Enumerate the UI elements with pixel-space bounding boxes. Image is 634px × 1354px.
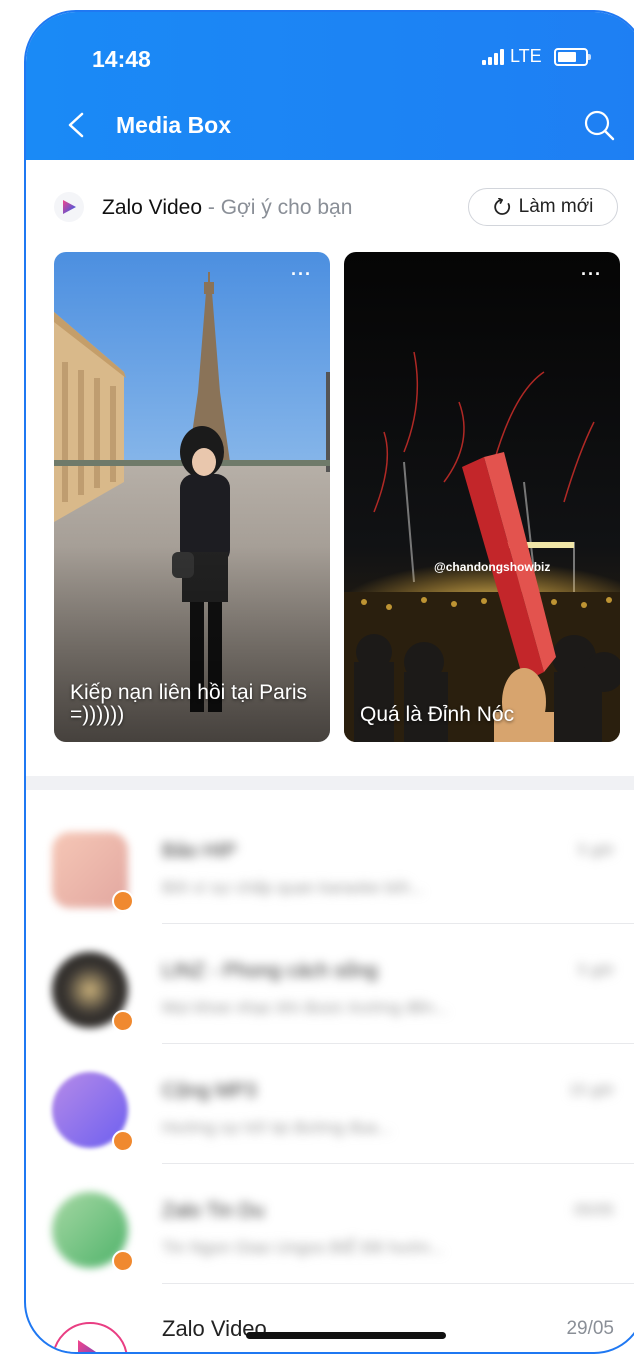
card-more-icon[interactable]: ··· — [581, 264, 602, 285]
conversation-row[interactable]: Bảo HIP Bởi vì sự chấp quan karaoke bởi.… — [26, 804, 634, 924]
status-time: 14:48 — [92, 46, 151, 72]
conversation-preview: Tin Ngon Giao Ungos BIỂ Đề hướn... — [162, 1238, 444, 1257]
phone-frame: 14:48 LTE Media Box Zalo Video - Gợi ý c… — [24, 10, 634, 1354]
zalo-video-brand: Zalo Video — [102, 196, 203, 219]
back-chevron-icon[interactable] — [64, 110, 90, 140]
conversation-preview: Hướng sự trở lại đường đua... — [162, 1118, 392, 1137]
video-card[interactable]: @chandongshowbiz ··· Quá là Đỉnh Nóc — [344, 252, 620, 742]
row-separator — [162, 1283, 634, 1284]
video-caption: Quá là Đỉnh Nóc — [360, 703, 515, 726]
official-badge-icon — [112, 1010, 134, 1032]
section-divider — [26, 776, 634, 790]
conversation-name: Cộng MP3 — [162, 1080, 257, 1102]
conversation-time: 05/05 — [573, 1202, 614, 1219]
conversation-name: LINZ - Phong cách sống — [162, 960, 378, 982]
conversation-row[interactable]: Cộng MP3 Hướng sự trở lại đường đua... 1… — [26, 1044, 634, 1164]
conversation-time: 5 giờ — [577, 842, 614, 859]
signal-icon — [482, 48, 504, 65]
official-badge-icon — [112, 890, 134, 912]
zalo-video-logo-icon — [78, 1340, 96, 1352]
video-caption: Kiếp nạn liên hồi tại Paris =)))))) — [70, 681, 307, 726]
battery-icon — [553, 47, 591, 66]
conversation-preview: Mọi khoe nhạc khi được trường đến... — [162, 998, 449, 1017]
conversation-time: 15 giờ — [568, 1082, 614, 1099]
video-card[interactable]: ··· Kiếp nạn liên hồi tại Paris =)))))) — [54, 252, 330, 742]
refresh-label: Làm mới — [518, 196, 594, 217]
official-badge-icon — [112, 1250, 134, 1272]
status-indicators: LTE — [482, 46, 591, 67]
zalo-video-heading: Zalo Video - Gợi ý cho bạn — [102, 196, 352, 220]
conversation-row[interactable]: LINZ - Phong cách sống Mọi khoe nhạc khi… — [26, 924, 634, 1044]
refresh-icon — [493, 198, 510, 215]
conversation-row[interactable]: Zalo Tin Du Tin Ngon Giao Ungos BIỂ Đề h… — [26, 1164, 634, 1284]
network-type: LTE — [510, 46, 542, 66]
zalo-video-logo-icon — [54, 192, 84, 222]
page-title: Media Box — [116, 112, 232, 138]
home-indicator[interactable] — [246, 1332, 446, 1339]
conversation-preview: Bởi vì sự chấp quan karaoke bởi... — [162, 878, 424, 897]
video-thumbnail-paris — [54, 252, 330, 742]
conversation-time: 5 giờ — [577, 962, 614, 979]
zalo-video-avatar — [52, 1322, 128, 1352]
card-more-icon[interactable]: ··· — [291, 264, 312, 285]
conversation-name: Bảo HIP — [162, 840, 237, 862]
verified-badge-icon — [112, 1130, 134, 1152]
refresh-button[interactable]: Làm mới — [468, 188, 618, 226]
video-thumbnail-concert — [344, 252, 620, 742]
heading-separator: - — [202, 196, 221, 219]
zalo-video-subtitle: Gợi ý cho bạn — [220, 196, 353, 219]
app-header: 14:48 LTE Media Box — [26, 12, 634, 160]
conversation-time: 29/05 — [566, 1318, 614, 1339]
video-watermark: @chandongshowbiz — [434, 560, 551, 574]
search-icon[interactable] — [582, 108, 616, 142]
conversation-name: Zalo Tin Du — [162, 1200, 265, 1222]
zalo-video-section-header: Zalo Video - Gợi ý cho bạn Làm mới — [54, 188, 624, 228]
